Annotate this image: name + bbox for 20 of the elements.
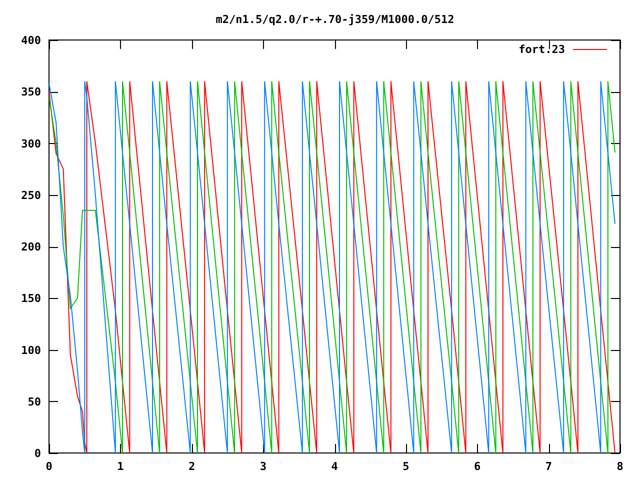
y-tick-label: 100 [21, 344, 41, 357]
y-tick-label: 350 [21, 86, 41, 99]
x-tick-label: 5 [402, 460, 410, 473]
y-tick-label: 200 [21, 240, 41, 254]
x-tick-label: 4 [331, 460, 338, 473]
x-tick-label: 8 [616, 460, 624, 473]
y-tick-label: 150 [21, 292, 41, 306]
y-tick-label: 250 [21, 188, 41, 202]
x-tick-label: 6 [474, 460, 481, 473]
x-tick-label: 3 [260, 460, 266, 473]
y-tick-label: 0 [34, 447, 41, 460]
x-tick-label: 1 [117, 460, 124, 473]
y-tick-label: 300 [21, 137, 41, 150]
y-tick-label: 400 [21, 34, 41, 47]
legend-label: fort.23 [518, 43, 565, 56]
chart-title: m2/n1.5/q2.0/r-+.70-j359/M1000.0/512 [216, 13, 454, 26]
x-tick-label: 2 [188, 460, 196, 473]
x-tick-label: 0 [46, 460, 52, 473]
x-tick-label: 7 [545, 460, 552, 473]
y-tick-label: 50 [28, 395, 41, 408]
